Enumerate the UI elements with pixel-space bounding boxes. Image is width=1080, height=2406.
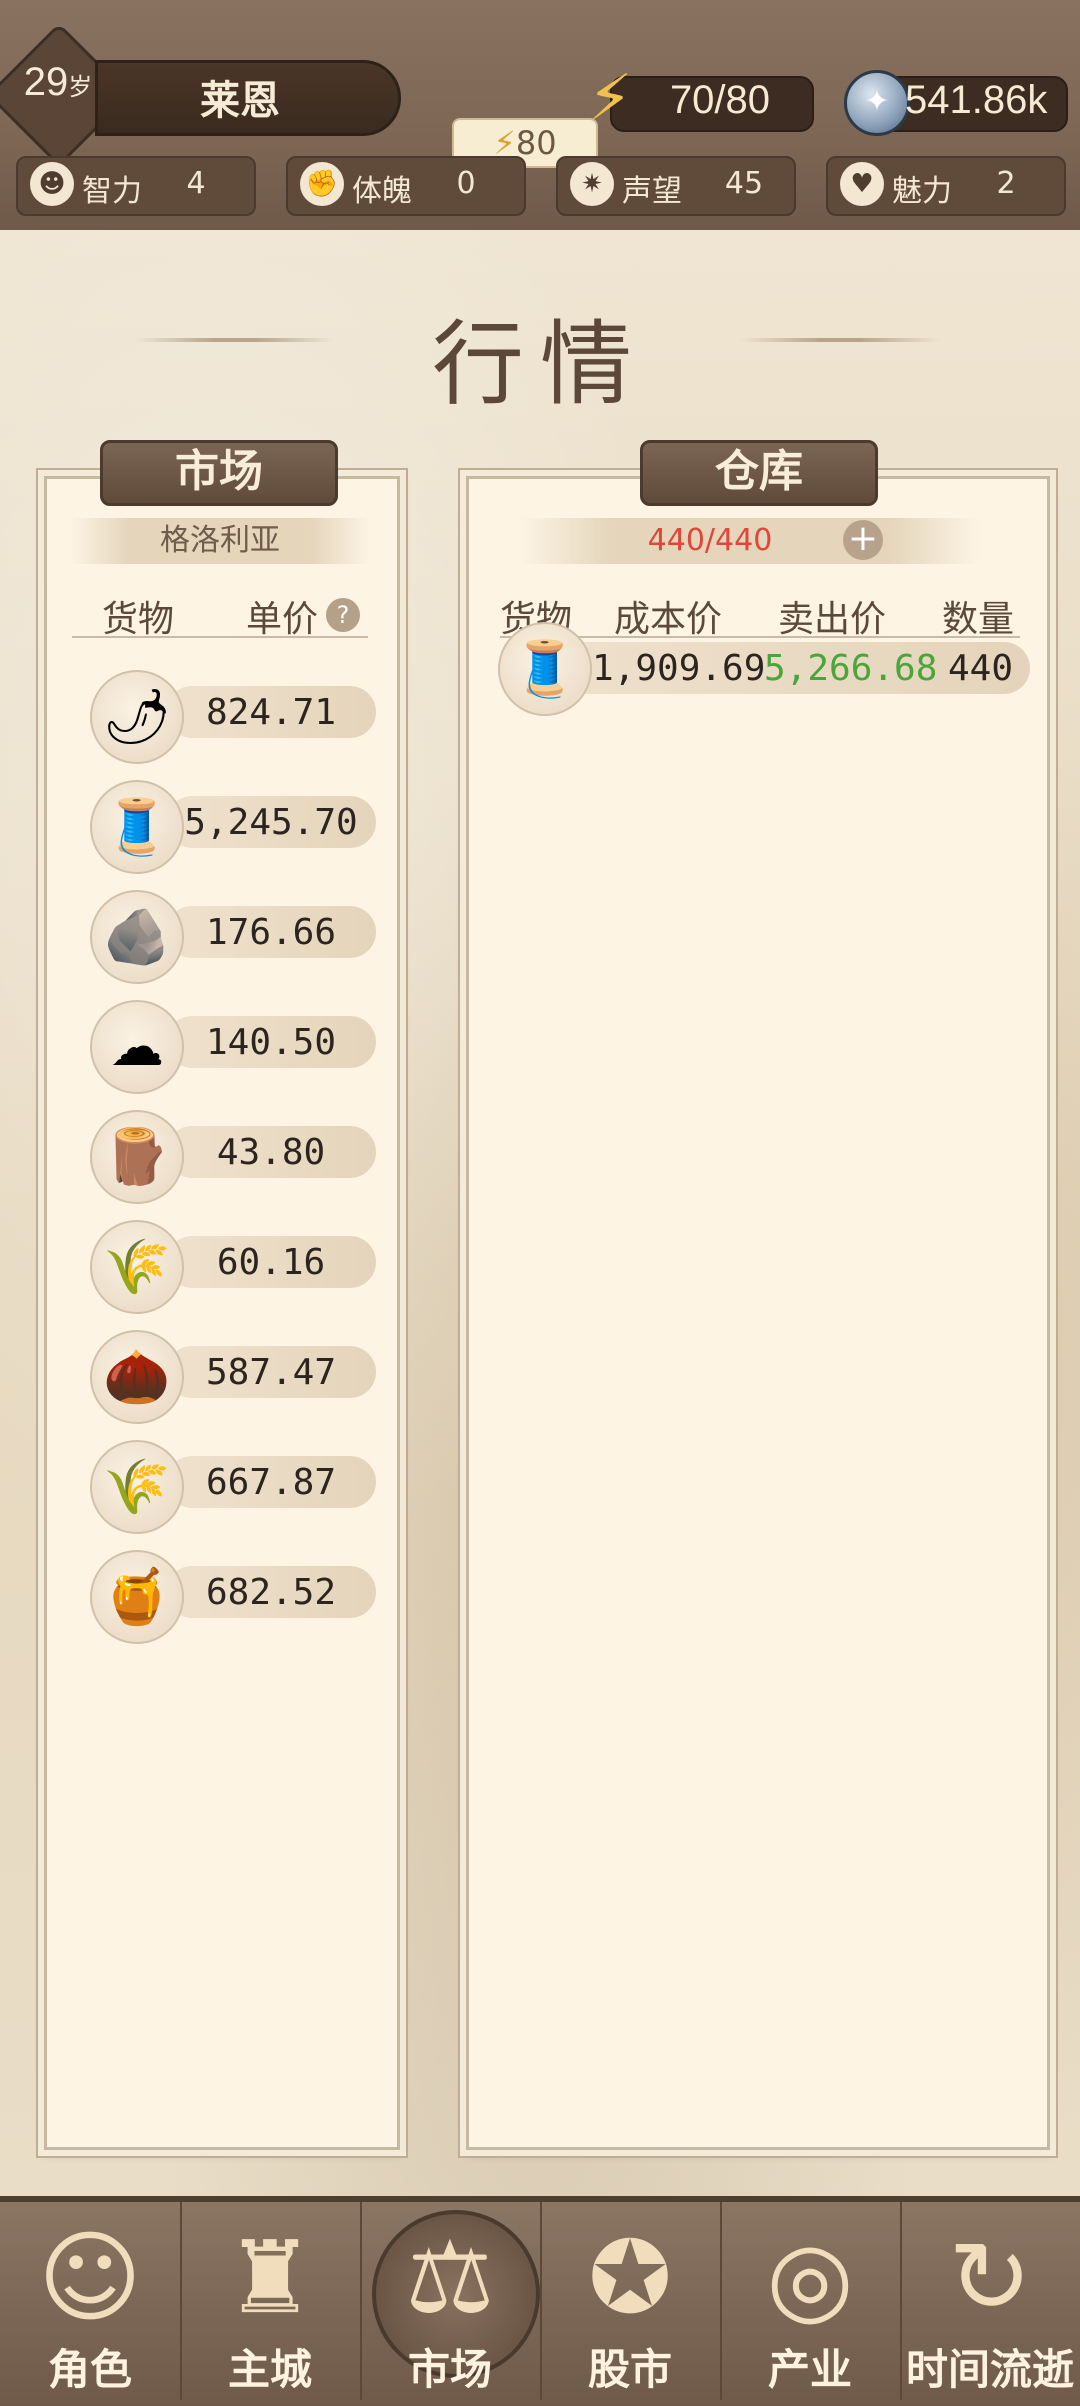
laurel-icon: ✷ bbox=[570, 162, 614, 206]
warehouse-cost: 1,909.69 bbox=[592, 648, 766, 689]
hops-icon: 🌰 bbox=[90, 1330, 184, 1424]
market-item-price: 140.50 bbox=[205, 1022, 337, 1063]
silver-coin-icon: ✦ bbox=[844, 70, 910, 136]
muscle-icon: ✊ bbox=[300, 162, 344, 206]
market-item-price: 176.66 bbox=[205, 912, 337, 953]
honey-icon: 🍯 bbox=[90, 1550, 184, 1644]
player-name: 莱恩 bbox=[200, 78, 280, 124]
stat-value: 45 bbox=[724, 166, 764, 201]
stat-value: 0 bbox=[456, 166, 476, 201]
warehouse-sell: 5,266.68 bbox=[764, 648, 938, 689]
nav-label: 主城 bbox=[227, 2345, 312, 2394]
stat-label: 魅力 bbox=[892, 174, 952, 209]
market-tab: 市场 bbox=[100, 440, 338, 506]
stat-value: 4 bbox=[186, 166, 206, 201]
title-decoration-right bbox=[740, 338, 940, 342]
wood-log-icon: 🪵 bbox=[90, 1110, 184, 1204]
market-col-goods: 货物 bbox=[102, 599, 175, 640]
market-item-price: 824.71 bbox=[205, 692, 337, 733]
stat-value: 2 bbox=[996, 166, 1016, 201]
market-item-price: 682.52 bbox=[205, 1572, 337, 1613]
cloth-roll-icon: 🧵 bbox=[90, 780, 184, 874]
brain-icon: ☻ bbox=[30, 162, 74, 206]
market-location[interactable]: 格洛利亚 bbox=[70, 518, 370, 564]
castle-icon: ♜ bbox=[225, 2219, 315, 2336]
stat-label: 体魄 bbox=[352, 174, 412, 209]
add-capacity-icon[interactable]: + bbox=[843, 520, 883, 560]
ore-icon: 🪨 bbox=[90, 890, 184, 984]
wheat-icon: 🌾 bbox=[90, 1220, 184, 1314]
scales-icon: ⚖ bbox=[405, 2219, 495, 2336]
nav-label: 市场 bbox=[407, 2345, 492, 2394]
coin-value: 541.86k bbox=[905, 78, 1048, 122]
warehouse-capacity-banner: 440/440 bbox=[520, 518, 980, 564]
warehouse-qty: 440 bbox=[948, 648, 1014, 689]
warehouse-capacity: 440/440 bbox=[647, 523, 773, 558]
coins-icon: ◎ bbox=[766, 2219, 854, 2336]
nav-label: 时间流逝 bbox=[905, 2345, 1074, 2394]
spice-icon: 🌶 bbox=[90, 670, 184, 764]
cloth-roll-icon: 🧵 bbox=[498, 622, 592, 716]
help-icon[interactable]: ? bbox=[326, 598, 360, 632]
energy-value: 70/80 bbox=[669, 78, 771, 122]
market-item-price: 587.47 bbox=[205, 1352, 337, 1393]
market-item-price: 5,245.70 bbox=[184, 802, 358, 843]
nav-label: 角色 bbox=[47, 2345, 132, 2394]
stock-icon: ✪ bbox=[588, 2219, 672, 2336]
nav-label: 产业 bbox=[767, 2345, 852, 2394]
market-item-price: 667.87 bbox=[205, 1462, 337, 1503]
character-icon: ☺ bbox=[37, 2219, 143, 2336]
warehouse-panel bbox=[466, 476, 1050, 2150]
refresh-icon: ↻ bbox=[948, 2219, 1032, 2336]
age-label: 29岁 bbox=[23, 60, 93, 104]
nav-label: 股市 bbox=[587, 2345, 672, 2394]
stat-label: 声望 bbox=[622, 174, 682, 209]
grain-bundle-icon: 🌾 bbox=[90, 1440, 184, 1534]
cotton-icon: ☁ bbox=[90, 1000, 184, 1094]
warehouse-col-qty: 数量 bbox=[942, 599, 1015, 640]
page-title: 行情 bbox=[431, 311, 648, 418]
market-header-divider bbox=[72, 636, 368, 638]
warehouse-col-sell: 卖出价 bbox=[778, 599, 887, 640]
warehouse-tab: 仓库 bbox=[640, 440, 878, 506]
stat-label: 智力 bbox=[82, 174, 142, 209]
market-col-price: 单价 bbox=[246, 599, 319, 640]
heart-icon: ♥ bbox=[840, 162, 884, 206]
market-item-price: 60.16 bbox=[216, 1242, 326, 1283]
warehouse-col-cost: 成本价 bbox=[614, 599, 723, 640]
title-decoration-left bbox=[135, 338, 335, 342]
market-item-price: 43.80 bbox=[216, 1132, 326, 1173]
